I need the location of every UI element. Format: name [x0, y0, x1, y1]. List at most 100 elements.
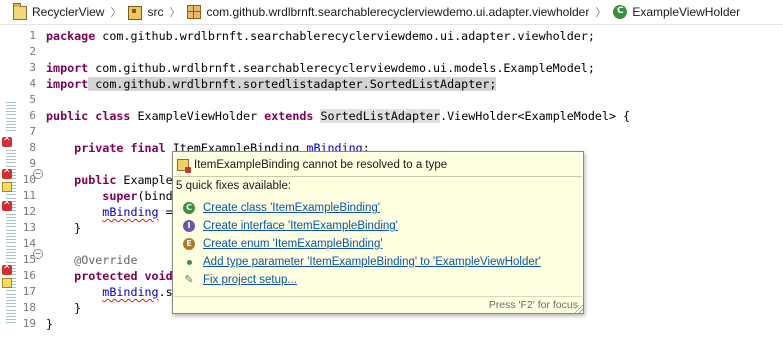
quick-fix-title-text: ItemExampleBinding cannot be resolved to… [194, 159, 448, 171]
code-token: (bind [137, 189, 173, 203]
quick-fix-link[interactable]: Create interface 'ItemExampleBinding' [203, 220, 398, 232]
line-number: 3 [29, 61, 36, 74]
code-line: 3 import com.github.wrdlbrnft.searchable… [0, 60, 783, 76]
resize-grip-icon[interactable] [575, 305, 583, 313]
code-line: 1 package com.github.wrdlbrnft.searchabl… [0, 28, 783, 44]
code-text: mBinding.s [46, 284, 173, 300]
code-text: } [46, 221, 82, 235]
code-token: com.github.wrdlbrnft.sortedlistadapter.S… [88, 77, 490, 91]
line-number: 10 [22, 173, 36, 186]
quick-fix-project-setup[interactable]: ✎ Fix project setup... [183, 272, 297, 288]
quick-fix-link[interactable]: Create enum 'ItemExampleBinding' [203, 238, 383, 250]
code-token: com.github.wrdlbrnft.searchablerecyclerv… [95, 29, 595, 43]
breadcrumb-package[interactable]: com.github.wrdlbrnft.searchablerecyclerv… [187, 5, 589, 19]
line-number: 9 [29, 157, 36, 170]
line-number: 6 [29, 109, 36, 122]
line-number: 17 [22, 285, 36, 298]
quick-fix-create-enum[interactable]: E Create enum 'ItemExampleBinding' [183, 236, 383, 252]
line-number: 7 [29, 125, 36, 138]
keyword: package [46, 29, 96, 43]
breadcrumb-separator: 〉 [110, 7, 122, 19]
keyword: public [74, 173, 117, 187]
field-name: mBinding [102, 205, 159, 219]
quick-fix-link[interactable]: Add type parameter 'ItemExampleBinding' … [203, 256, 541, 268]
line-number: 4 [29, 77, 36, 90]
code-token: SortedListAdapter [320, 109, 441, 123]
quick-fix-popup[interactable]: ItemExampleBinding cannot be resolved to… [172, 151, 584, 314]
code-text: import com.github.wrdlbrnft.sortedlistad… [46, 76, 497, 92]
code-token: com.github.wrdlbrnft.searchablerecyclerv… [88, 61, 595, 75]
enum-icon: E [183, 238, 195, 250]
package-icon [187, 5, 202, 19]
code-token: = [158, 205, 173, 219]
code-text: mBinding = [46, 204, 173, 220]
keyword: protected void [74, 269, 173, 283]
code-text: package com.github.wrdlbrnft.searchabler… [46, 28, 595, 44]
class-icon: C [613, 5, 628, 19]
keyword: extends [264, 109, 314, 123]
line-number: 12 [22, 205, 36, 218]
quick-fix-create-class[interactable]: C Create class 'ItemExampleBinding' [183, 200, 380, 216]
wrench-icon: ✎ [184, 273, 194, 286]
code-line: 7 [0, 124, 783, 140]
breadcrumb-src[interactable]: src [128, 4, 163, 20]
code-text: } [46, 317, 54, 331]
annotation: @Override [74, 253, 138, 267]
breadcrumb-class[interactable]: C ExampleViewHolder [613, 5, 740, 19]
project-icon [13, 3, 27, 20]
line-number: 18 [22, 301, 36, 314]
code-token: ; [489, 77, 497, 91]
code-token: .ViewHolder<ExampleModel> { [440, 109, 631, 123]
code-text: import com.github.wrdlbrnft.searchablere… [46, 60, 595, 76]
quick-fix-add-type-parameter[interactable]: Add type parameter 'ItemExampleBinding' … [183, 254, 541, 270]
line-number: 13 [22, 221, 36, 234]
quick-fix-create-interface[interactable]: I Create interface 'ItemExampleBinding' [183, 218, 398, 234]
divider [174, 176, 582, 177]
keyword: private final [74, 141, 166, 155]
code-line: 19 } [0, 316, 783, 332]
code-text: public class ExampleViewHolder extends S… [46, 108, 630, 124]
code-text: protected void [46, 268, 173, 284]
keyword: super [102, 189, 138, 203]
code-text: } [46, 301, 82, 315]
line-number: 2 [29, 45, 36, 58]
code-token: ExampleViewHolder [130, 109, 265, 123]
line-number: 16 [22, 269, 36, 282]
code-line: 2 [0, 44, 783, 60]
code-line: 4 import com.github.wrdlbrnft.sortedlist… [0, 76, 783, 92]
class-icon: C [183, 202, 195, 214]
source-folder-icon [128, 6, 143, 20]
line-number: 19 [22, 317, 36, 330]
keyword: class [95, 109, 131, 123]
line-number: 1 [29, 29, 36, 42]
breadcrumb-package-label: com.github.wrdlbrnft.searchablerecyclerv… [206, 5, 590, 19]
interface-icon: I [183, 220, 195, 232]
code-token: .s [158, 285, 173, 299]
code-line: 6 public class ExampleViewHolder extends… [0, 108, 783, 124]
code-token: Example [116, 173, 173, 187]
breadcrumb: RecyclerView 〉 src 〉 com.github.wrdlbrnf… [0, 0, 783, 25]
breadcrumb-project-label: RecyclerView [32, 5, 105, 19]
error-type-icon [177, 159, 191, 173]
code-line: 5 [0, 92, 783, 108]
line-number: 8 [29, 141, 36, 154]
quick-fix-title: ItemExampleBinding cannot be resolved to… [177, 156, 447, 174]
line-number: 15 [22, 253, 36, 266]
code-text: @Override [46, 252, 138, 268]
line-number: 5 [29, 93, 36, 106]
code-text: super(bind [46, 188, 173, 204]
type-parameter-icon [183, 256, 195, 268]
quick-fix-count: 5 quick fixes available: [176, 180, 292, 192]
quick-fix-link[interactable]: Create class 'ItemExampleBinding' [203, 202, 380, 214]
code-text: public Example [46, 172, 173, 188]
quick-fix-link[interactable]: Fix project setup... [203, 274, 297, 286]
keyword: import [46, 77, 89, 91]
line-number: 11 [22, 189, 36, 202]
breadcrumb-project[interactable]: RecyclerView [13, 3, 105, 20]
field-name: mBinding [102, 285, 159, 299]
breadcrumb-separator: 〉 [595, 7, 607, 19]
breadcrumb-class-label: ExampleViewHolder [632, 5, 741, 19]
line-number: 14 [22, 237, 36, 250]
keyword: import [46, 61, 89, 75]
keyword: public [46, 109, 89, 123]
